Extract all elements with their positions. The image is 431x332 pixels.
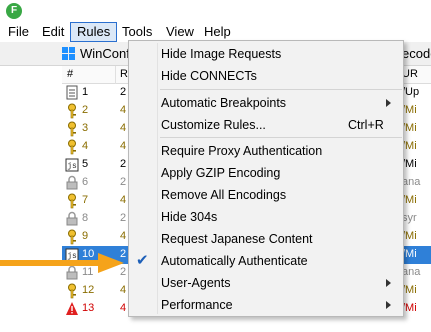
session-result: 2 bbox=[120, 212, 127, 224]
key-icon bbox=[65, 229, 79, 245]
session-number: 4 bbox=[82, 140, 89, 152]
session-result: 2 bbox=[120, 158, 127, 170]
session-url: ana bbox=[402, 176, 421, 188]
session-url: /Mi bbox=[402, 302, 417, 314]
menu-item-label: Customize Rules... bbox=[161, 118, 266, 132]
menu-item-user-agents[interactable]: User-Agents bbox=[129, 272, 403, 294]
menu-item-label: Automatic Breakpoints bbox=[161, 96, 287, 110]
menu-file[interactable]: File bbox=[2, 22, 35, 42]
menu-item-label: User-Agents bbox=[161, 276, 231, 290]
menu-item-label: Performance bbox=[161, 298, 233, 312]
menu-item-request-japanese-content[interactable]: Request Japanese Content bbox=[129, 228, 403, 250]
script-icon: js bbox=[65, 157, 79, 173]
submenu-arrow-icon bbox=[386, 279, 391, 287]
menu-item-label: Hide CONNECTs bbox=[161, 69, 257, 83]
session-result: 4 bbox=[120, 122, 127, 134]
pointer-arrow bbox=[0, 252, 128, 274]
session-result: 4 bbox=[120, 140, 127, 152]
menu-item-customize-rules[interactable]: Customize Rules... Ctrl+R bbox=[129, 114, 403, 136]
session-number: 12 bbox=[82, 284, 95, 296]
session-number: 8 bbox=[82, 212, 89, 224]
key-icon bbox=[65, 193, 79, 209]
menu-item-remove-all-encodings[interactable]: Remove All Encodings bbox=[129, 184, 403, 206]
menu-item-automatic-breakpoints[interactable]: Automatic Breakpoints bbox=[129, 92, 403, 114]
menu-item-label: Request Japanese Content bbox=[161, 232, 313, 246]
menu-item-label: Automatically Authenticate bbox=[161, 254, 308, 268]
session-url: /Mi bbox=[402, 140, 417, 152]
submenu-arrow-icon bbox=[386, 99, 391, 107]
session-number: 5 bbox=[82, 158, 89, 170]
menu-item-label: Require Proxy Authentication bbox=[161, 144, 323, 158]
menu-rules[interactable]: Rules bbox=[70, 22, 118, 42]
menu-item-label: Hide Image Requests bbox=[161, 47, 282, 61]
menu-item-hide-304s[interactable]: Hide 304s bbox=[129, 206, 403, 228]
session-result: 4 bbox=[120, 284, 127, 296]
menu-item-hide-image-requests[interactable]: Hide Image Requests bbox=[129, 43, 403, 65]
menu-separator bbox=[160, 137, 402, 138]
menu-item-automatically-authenticate[interactable]: ✔ Automatically Authenticate bbox=[129, 250, 403, 272]
decode-button[interactable]: ecode bbox=[402, 46, 431, 61]
session-number: 13 bbox=[82, 302, 95, 314]
document-icon bbox=[65, 85, 79, 101]
session-url: /Mi bbox=[402, 194, 417, 206]
key-icon bbox=[65, 283, 79, 299]
menu-item-shortcut: Ctrl+R bbox=[348, 118, 384, 132]
checkmark-icon: ✔ bbox=[136, 252, 149, 269]
key-icon bbox=[65, 103, 79, 119]
session-result: 4 bbox=[120, 230, 127, 242]
session-result: 4 bbox=[120, 104, 127, 116]
menu-item-apply-gzip-encoding[interactable]: Apply GZIP Encoding bbox=[129, 162, 403, 184]
session-number: 9 bbox=[82, 230, 89, 242]
svg-text:js: js bbox=[67, 162, 77, 171]
session-url: syr bbox=[402, 212, 417, 224]
session-number: 6 bbox=[82, 176, 89, 188]
menu-view[interactable]: View bbox=[160, 22, 200, 42]
title-bar: F bbox=[0, 0, 431, 22]
key-icon bbox=[65, 139, 79, 155]
menu-item-hide-connects[interactable]: Hide CONNECTs bbox=[129, 65, 403, 87]
session-result: 4 bbox=[120, 194, 127, 206]
session-result: 2 bbox=[120, 86, 127, 98]
column-separator bbox=[115, 66, 116, 84]
header-url[interactable]: UR bbox=[402, 68, 418, 80]
session-url: /Mi bbox=[402, 122, 417, 134]
menu-item-require-proxy-authentication[interactable]: Require Proxy Authentication bbox=[129, 140, 403, 162]
session-url: /Mi bbox=[402, 104, 417, 116]
session-number: 7 bbox=[82, 194, 89, 206]
session-url: /Mi bbox=[402, 284, 417, 296]
rules-dropdown-menu: Hide Image Requests Hide CONNECTs Automati… bbox=[128, 40, 404, 317]
session-number: 2 bbox=[82, 104, 89, 116]
menu-item-label: Apply GZIP Encoding bbox=[161, 166, 281, 180]
session-url: ana bbox=[402, 266, 421, 278]
menu-item-performance[interactable]: Performance bbox=[129, 294, 403, 316]
windows-logo-icon[interactable] bbox=[62, 47, 76, 61]
session-url: /Mi bbox=[402, 248, 417, 260]
session-url: /Mi bbox=[402, 230, 417, 242]
session-result: 2 bbox=[120, 176, 127, 188]
header-num[interactable]: # bbox=[67, 68, 73, 80]
session-url: /Up bbox=[402, 86, 420, 98]
menu-item-label: Remove All Encodings bbox=[161, 188, 287, 202]
menu-edit[interactable]: Edit bbox=[36, 22, 70, 42]
session-number: 3 bbox=[82, 122, 89, 134]
menu-tools[interactable]: Tools bbox=[116, 22, 158, 42]
menu-bar: File Edit Rules Tools View Help bbox=[0, 22, 431, 42]
fiddler-app-icon: F bbox=[6, 3, 22, 19]
menu-help[interactable]: Help bbox=[198, 22, 237, 42]
submenu-arrow-icon bbox=[386, 301, 391, 309]
key-icon bbox=[65, 121, 79, 137]
session-number: 1 bbox=[82, 86, 89, 98]
winconfig-button[interactable]: WinConf bbox=[80, 46, 130, 61]
menu-separator bbox=[160, 89, 402, 90]
session-result: 4 bbox=[120, 302, 127, 314]
warning-icon bbox=[65, 301, 79, 317]
session-url: /Mi bbox=[402, 158, 417, 170]
lock-icon bbox=[65, 175, 79, 191]
lock-icon bbox=[65, 211, 79, 227]
menu-item-label: Hide 304s bbox=[161, 210, 218, 224]
